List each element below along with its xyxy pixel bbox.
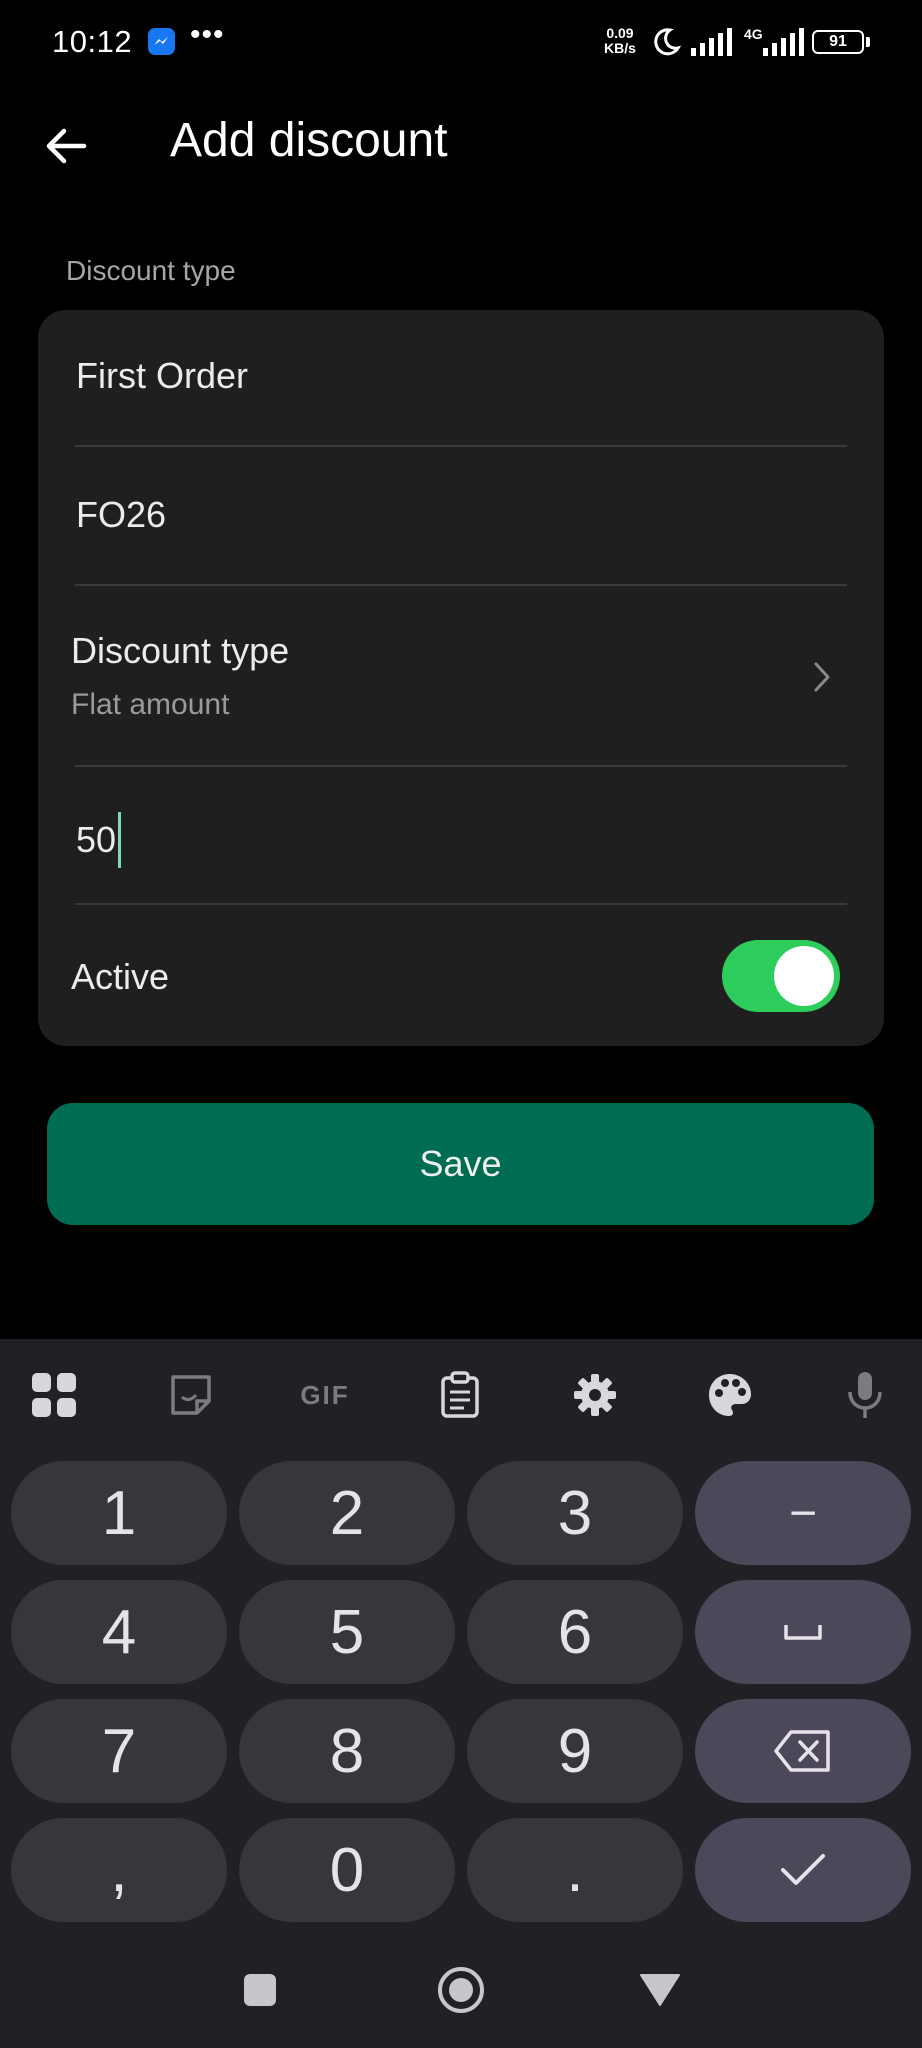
- key-5[interactable]: 5: [239, 1580, 455, 1684]
- divider: [75, 765, 847, 767]
- save-button[interactable]: Save: [47, 1103, 874, 1225]
- backspace-icon: [774, 1730, 830, 1772]
- amount-input[interactable]: 50: [76, 812, 122, 868]
- network-type-label: 4G: [744, 26, 763, 42]
- key-7[interactable]: 7: [11, 1699, 227, 1803]
- messenger-icon: [148, 28, 175, 55]
- discount-type-title: Discount type: [71, 630, 290, 671]
- key-minus[interactable]: −: [695, 1461, 911, 1565]
- more-notifications-indicator: •••: [190, 18, 225, 51]
- back-button[interactable]: [36, 116, 96, 176]
- key-backspace[interactable]: [695, 1699, 911, 1803]
- checkmark-icon: [781, 1854, 825, 1885]
- gif-icon[interactable]: GIF: [292, 1363, 358, 1427]
- home-button[interactable]: [432, 1960, 490, 2020]
- save-button-label: Save: [419, 1143, 502, 1184]
- key-space[interactable]: [695, 1580, 911, 1684]
- discount-name-field[interactable]: First Order: [76, 355, 248, 397]
- active-label: Active: [71, 956, 170, 997]
- key-comma[interactable]: ,: [11, 1818, 227, 1922]
- key-6[interactable]: 6: [467, 1580, 683, 1684]
- divider: [75, 903, 847, 905]
- key-period[interactable]: .: [467, 1818, 683, 1922]
- discount-type-selector[interactable]: [38, 588, 884, 763]
- key-9[interactable]: 9: [467, 1699, 683, 1803]
- page-title: Add discount: [170, 114, 448, 167]
- numeric-keyboard: [0, 1339, 922, 2048]
- recents-square-icon: [244, 1974, 276, 2006]
- active-toggle[interactable]: [722, 940, 840, 1012]
- chevron-right-icon: [814, 662, 830, 692]
- divider: [75, 445, 847, 447]
- back-nav-button[interactable]: [636, 1960, 684, 2020]
- sticker-icon[interactable]: [158, 1363, 224, 1427]
- toggle-knob: [774, 946, 834, 1006]
- key-8[interactable]: 8: [239, 1699, 455, 1803]
- apps-grid-icon[interactable]: [21, 1363, 87, 1427]
- gif-label: GIF: [300, 1379, 350, 1410]
- network-speed: 0.09 KB/s: [604, 26, 636, 56]
- key-4[interactable]: 4: [11, 1580, 227, 1684]
- signal-strength-icon: [691, 28, 732, 56]
- recents-button[interactable]: [236, 1960, 284, 2020]
- battery-level: 91: [829, 33, 847, 50]
- status-bar: 10:12 ••• 0.09 KB/s 4G 91: [0, 0, 922, 86]
- key-3[interactable]: 3: [467, 1461, 683, 1565]
- clipboard-icon[interactable]: [427, 1363, 493, 1427]
- amount-value: 50: [76, 819, 117, 860]
- key-0[interactable]: 0: [239, 1818, 455, 1922]
- divider: [75, 584, 847, 586]
- network-speed-unit: KB/s: [604, 40, 636, 56]
- arrow-left-icon: [46, 128, 87, 164]
- battery-tip: [866, 37, 870, 47]
- text-cursor: [118, 812, 122, 868]
- discount-type-value: Flat amount: [71, 688, 230, 721]
- discount-code-field[interactable]: FO26: [76, 494, 166, 536]
- home-circle-icon: [438, 1967, 484, 2013]
- key-2[interactable]: 2: [239, 1461, 455, 1565]
- space-icon: [784, 1625, 822, 1640]
- section-label: Discount type: [66, 255, 236, 286]
- signal-strength-4g-icon: [763, 28, 804, 56]
- settings-gear-icon[interactable]: [562, 1363, 628, 1427]
- key-done[interactable]: [695, 1818, 911, 1922]
- network-speed-value: 0.09: [606, 25, 634, 41]
- microphone-icon[interactable]: [832, 1363, 898, 1427]
- palette-icon[interactable]: [697, 1363, 763, 1427]
- do-not-disturb-moon-icon: [654, 28, 682, 56]
- battery-icon: 91: [812, 30, 864, 54]
- status-time: 10:12: [52, 24, 133, 59]
- back-triangle-icon: [640, 1974, 680, 2006]
- key-1[interactable]: 1: [11, 1461, 227, 1565]
